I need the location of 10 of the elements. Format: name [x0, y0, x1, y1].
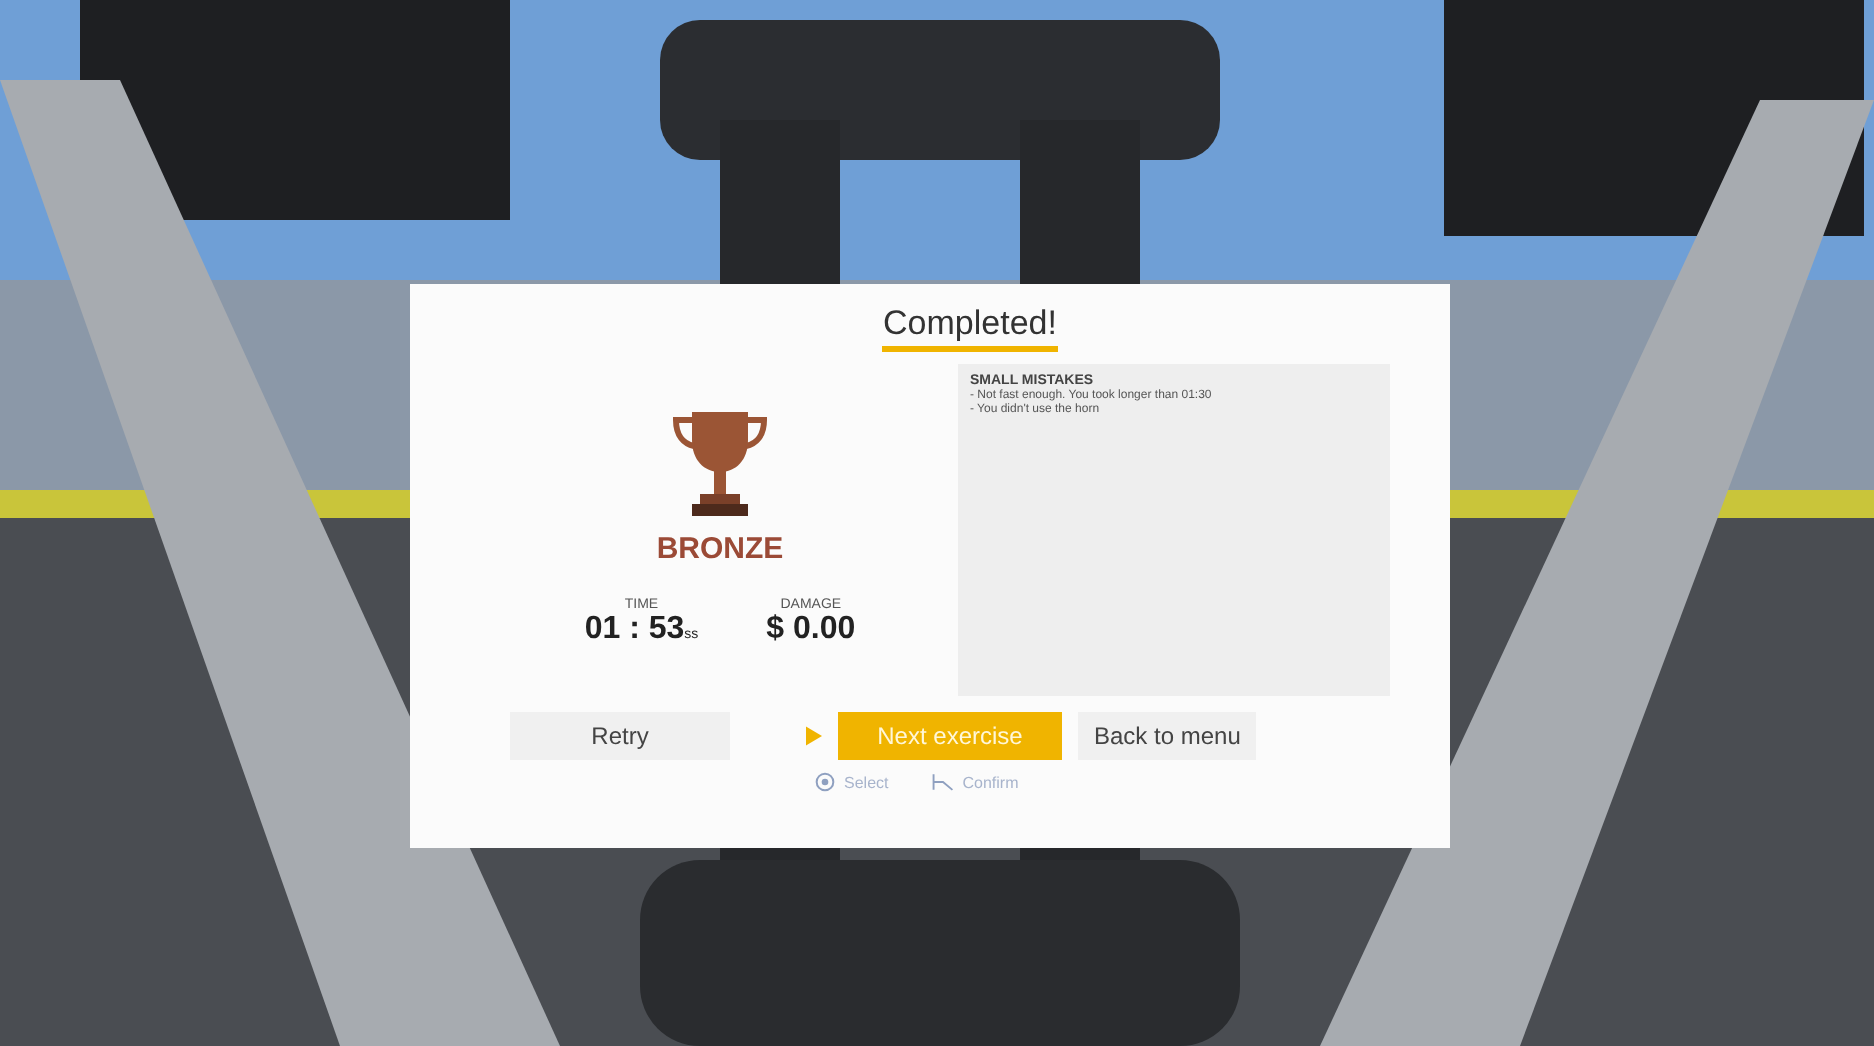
hint-label: Confirm — [962, 773, 1019, 791]
menu-button[interactable]: Retry — [510, 712, 730, 760]
menu-button[interactable]: Back to menu — [1078, 712, 1257, 760]
hint-label: Select — [844, 773, 889, 791]
pointer-icon — [806, 726, 822, 746]
title: Completed! — [881, 304, 1059, 352]
medal-label: BRONZE — [656, 532, 784, 566]
trigger-icon — [932, 772, 955, 792]
circle-icon — [814, 772, 836, 792]
stat-value: $ 0.00 — [766, 612, 856, 648]
